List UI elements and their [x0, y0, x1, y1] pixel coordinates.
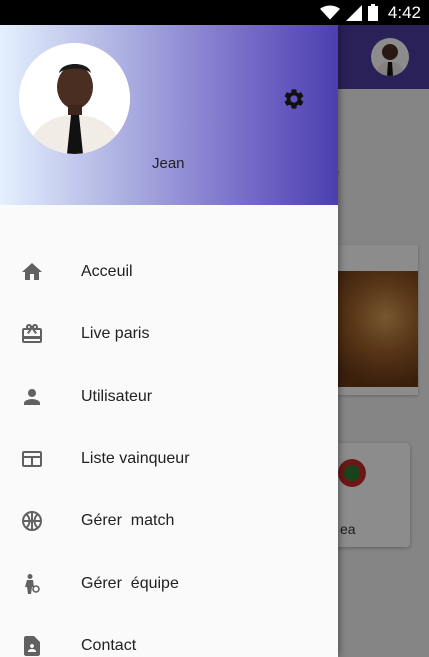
navigation-drawer: Jean Acceuil Live paris Utilisateur List… — [0, 25, 338, 657]
gear-icon[interactable] — [282, 87, 306, 111]
status-time: 4:42 — [387, 2, 421, 22]
user-name: Jean — [152, 155, 185, 172]
signal-icon — [345, 4, 362, 21]
menu-item-gerer-match[interactable]: Gérer match — [0, 490, 338, 552]
menu-item-live-paris[interactable]: Live paris — [0, 303, 338, 365]
player-icon — [20, 572, 44, 596]
menu-item-acceuil[interactable]: Acceuil — [0, 241, 338, 303]
menu-item-label: Gérer match — [81, 512, 175, 530]
battery-icon — [367, 4, 378, 21]
drawer-header: Jean — [0, 25, 338, 205]
wifi-icon — [319, 5, 340, 20]
menu-item-label: Liste vainqueur — [81, 450, 190, 468]
menu-item-label: Acceuil — [81, 263, 133, 281]
drawer-menu: Acceuil Live paris Utilisateur Liste vai… — [0, 241, 338, 657]
profile-avatar[interactable] — [19, 43, 130, 154]
home-icon — [20, 260, 44, 284]
menu-item-contact[interactable]: Contact — [0, 615, 338, 657]
menu-item-gerer-equipe[interactable]: Gérer équipe — [0, 552, 338, 614]
list-panel-icon — [20, 447, 44, 471]
gift-card-icon — [20, 322, 44, 346]
screen: 4:42 e ea — [0, 0, 429, 657]
menu-item-label: Contact — [81, 636, 137, 654]
menu-item-label: Gérer équipe — [81, 574, 179, 592]
menu-item-label: Utilisateur — [81, 387, 153, 405]
menu-item-utilisateur[interactable]: Utilisateur — [0, 366, 338, 428]
person-icon — [20, 385, 44, 409]
status-bar: 4:42 — [0, 0, 429, 25]
menu-item-label: Live paris — [81, 325, 150, 343]
basketball-icon — [20, 509, 44, 533]
contact-file-icon — [20, 634, 44, 657]
menu-item-liste-vainqueur[interactable]: Liste vainqueur — [0, 428, 338, 490]
